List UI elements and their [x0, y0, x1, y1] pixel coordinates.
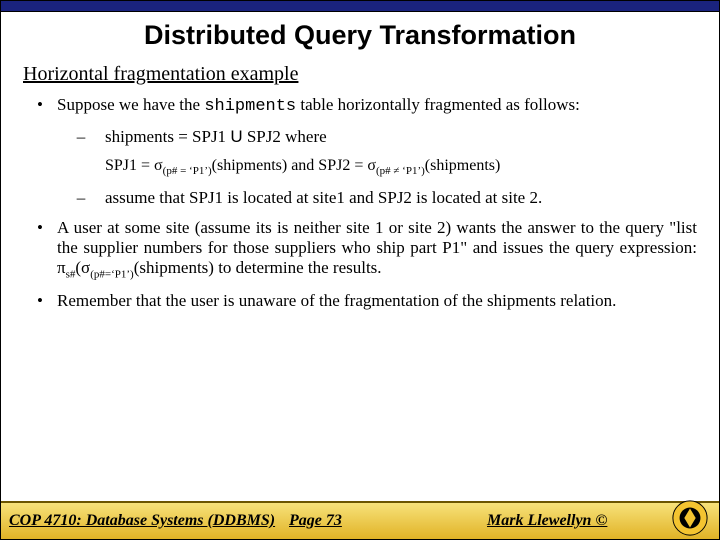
code-fragment: shipments [204, 97, 296, 116]
bullet-text: Suppose we have the shipments table hori… [57, 95, 697, 117]
bullet-item: • Remember that the user is unaware of t… [23, 291, 697, 311]
sub-bullet-item: – shipments = SPJ1 U SPJ2 where [57, 127, 697, 147]
bullet-marker: • [23, 218, 57, 281]
text-fragment: (σ [75, 258, 90, 277]
text-fragment: (shipments) [425, 157, 501, 174]
ucf-logo [671, 499, 709, 537]
footer-page: Page 73 [289, 512, 459, 530]
subscript: (p# = ‘P1’) [163, 165, 212, 177]
bullet-marker: • [23, 95, 57, 117]
slide: Distributed Query Transformation Horizon… [0, 0, 720, 540]
text-fragment: Suppose we have the [57, 95, 204, 114]
text-fragment: (shipments) and SPJ2 = σ [212, 157, 376, 174]
subtitle: Horizontal fragmentation example [23, 63, 697, 87]
bullet-item: • A user at some site (assume its is nei… [23, 218, 697, 281]
footer: COP 4710: Database Systems (DDBMS) Page … [1, 501, 719, 539]
bullet-marker: • [23, 291, 57, 311]
bullet-item: • Suppose we have the shipments table ho… [23, 95, 697, 117]
subscript: s# [66, 268, 76, 280]
sub-bullet-text: shipments = SPJ1 U SPJ2 where [105, 127, 697, 147]
sub-bullet-marker: – [57, 127, 105, 147]
subscript: (p# ≠ ‘P1’) [376, 165, 425, 177]
footer-course: COP 4710: Database Systems (DDBMS) [1, 512, 289, 530]
sub-bullet-item: – assume that SPJ1 is located at site1 a… [57, 188, 697, 208]
bullet-text: Remember that the user is unaware of the… [57, 291, 697, 311]
subscript: (p#=‘P1’) [90, 268, 133, 280]
text-fragment: (shipments) to determine the results. [134, 258, 382, 277]
slide-title: Distributed Query Transformation [1, 20, 719, 51]
formula-line: SPJ1 = σ(p# = ‘P1’)(shipments) and SPJ2 … [105, 157, 697, 178]
bullet-text: A user at some site (assume its is neith… [57, 218, 697, 281]
text-fragment: SPJ2 where [243, 127, 327, 146]
content-area: Horizontal fragmentation example • Suppo… [1, 63, 719, 501]
text-fragment: shipments = SPJ1 [105, 127, 230, 146]
sub-bullet-text: assume that SPJ1 is located at site1 and… [105, 188, 697, 208]
text-fragment: table horizontally fragmented as follows… [296, 95, 580, 114]
text-fragment: SPJ1 = σ [105, 157, 163, 174]
union-symbol: U [230, 127, 242, 146]
sub-bullet-marker: – [57, 188, 105, 208]
top-accent-band [1, 1, 719, 12]
